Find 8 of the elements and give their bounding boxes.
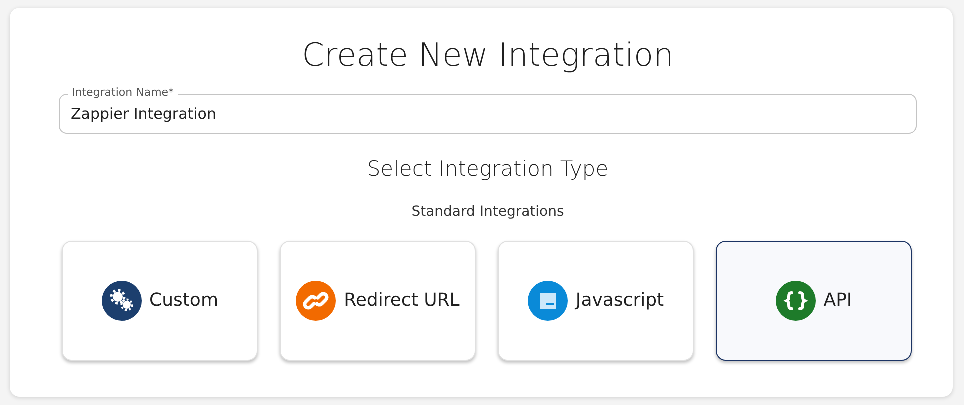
integration-type-card[interactable]: Javascript	[498, 240, 694, 361]
integration-type-card[interactable]: Custom	[62, 240, 258, 361]
field-label: Integration Name*	[68, 86, 178, 101]
page-title: Create New Integration	[301, 36, 675, 74]
group-title: Standard Integrations	[410, 202, 566, 222]
integration-type-card[interactable]: API	[716, 240, 912, 361]
integration-type-card[interactable]: Redirect URL	[280, 240, 476, 361]
section-title: Select Integration Type	[366, 156, 610, 184]
